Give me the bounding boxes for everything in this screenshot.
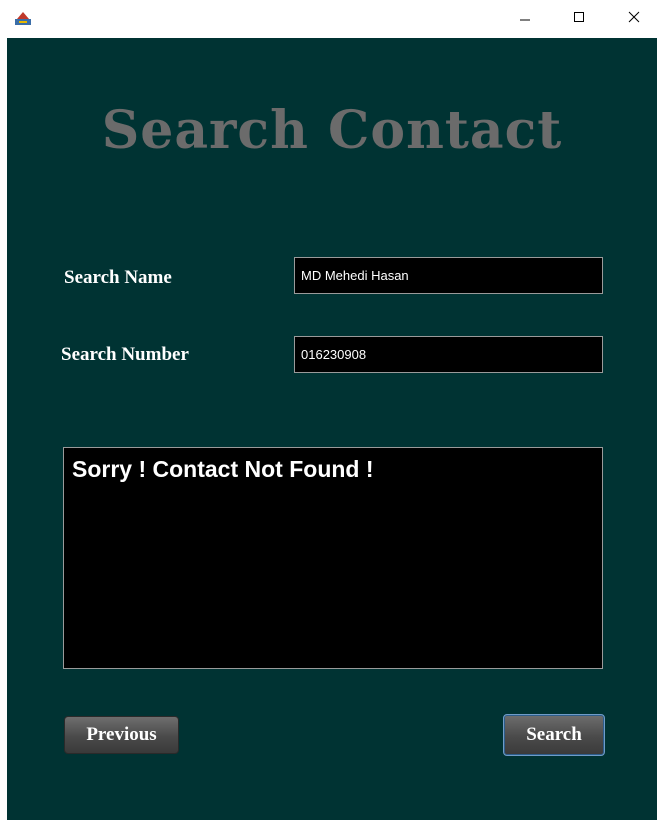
search-button[interactable]: Search: [503, 714, 605, 756]
result-text-area[interactable]: Sorry ! Contact Not Found !: [63, 447, 603, 669]
maximize-button[interactable]: [556, 0, 602, 38]
title-bar[interactable]: [0, 0, 657, 38]
search-name-input[interactable]: [294, 257, 603, 294]
minimize-button[interactable]: [502, 0, 548, 38]
search-number-input[interactable]: [294, 336, 603, 373]
search-contact-panel: Search Contact Search Name Search Number…: [7, 38, 657, 820]
search-number-label: Search Number: [61, 344, 189, 365]
close-button[interactable]: [611, 0, 657, 38]
close-icon: [628, 10, 640, 28]
previous-button[interactable]: Previous: [64, 716, 179, 754]
page-title: Search Contact: [101, 100, 563, 161]
maximize-icon: [573, 10, 585, 28]
app-window: Search Contact Search Name Search Number…: [0, 0, 657, 820]
java-app-icon: [14, 10, 32, 26]
minimize-icon: [519, 10, 531, 28]
search-name-label: Search Name: [64, 267, 172, 288]
window-border: [0, 38, 7, 820]
